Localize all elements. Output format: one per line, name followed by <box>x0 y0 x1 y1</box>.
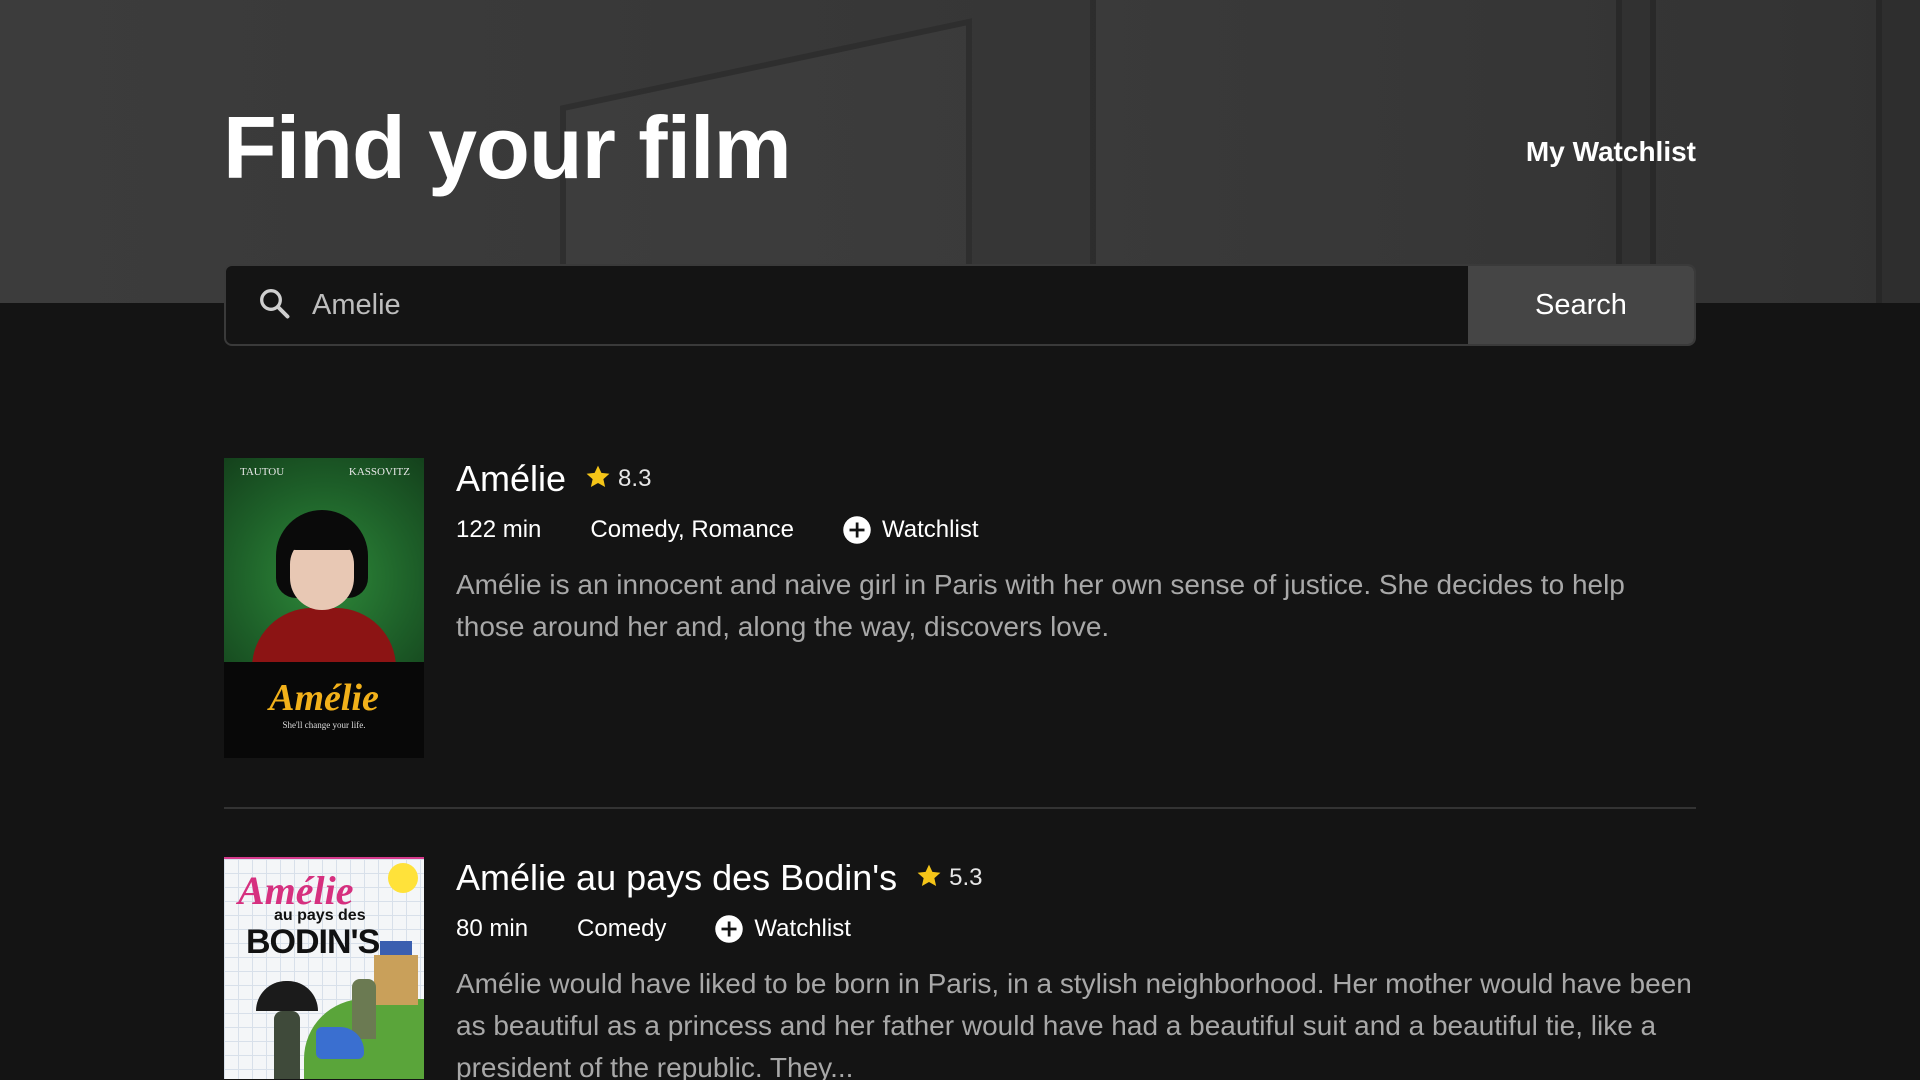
movie-poster[interactable]: TAUTOU KASSOVITZ Amélie She'll change yo… <box>224 458 424 758</box>
title-row: Amélie au pays des Bodin's 5.3 <box>456 857 1696 899</box>
meta-row: 80 min Comedy Watchlist <box>456 909 1696 949</box>
poster-umbrella <box>256 981 318 1011</box>
runtime: 122 min <box>456 516 542 543</box>
movie-info: Amélie au pays des Bodin's 5.3 80 min Co… <box>456 857 1696 1080</box>
search-button[interactable]: Search <box>1468 266 1694 344</box>
plus-circle-icon <box>842 515 872 545</box>
rating: 8.3 <box>584 463 651 496</box>
list-item: Amélie au pays des BODIN'S Amélie au pay… <box>224 857 1696 1080</box>
search-field[interactable] <box>226 266 1468 344</box>
add-to-watchlist-button[interactable]: Watchlist <box>842 515 979 545</box>
rating: 5.3 <box>915 862 983 895</box>
runtime: 80 min <box>456 915 529 942</box>
results-list: TAUTOU KASSOVITZ Amélie She'll change yo… <box>224 458 1696 1080</box>
meta-row: 122 min Comedy, Romance Watchlist <box>456 510 1696 550</box>
movie-description: Amélie would have liked to be born in Pa… <box>456 968 1692 1080</box>
search-input[interactable] <box>310 274 1468 336</box>
plus-circle-icon <box>714 914 744 944</box>
watchlist-label: Watchlist <box>882 516 979 543</box>
poster-figure-fringe <box>286 524 358 550</box>
poster-castle <box>374 941 418 1005</box>
poster-actor-right: KASSOVITZ <box>348 466 410 478</box>
star-icon <box>915 862 943 895</box>
search-icon <box>256 285 292 326</box>
poster-tagline: She'll change your life. <box>282 720 366 730</box>
star-icon <box>584 463 612 496</box>
list-item: TAUTOU KASSOVITZ Amélie She'll change yo… <box>224 458 1696 807</box>
poster-figure <box>352 979 376 1039</box>
poster-figure <box>274 1011 300 1079</box>
movie-title[interactable]: Amélie au pays des Bodin's <box>456 857 897 899</box>
poster-sun <box>388 863 418 893</box>
movie-description: Amélie is an innocent and naive girl in … <box>456 569 1625 642</box>
movie-info: Amélie 8.3 122 min Comedy, Romance Watch… <box>456 458 1696 807</box>
genres: Comedy <box>577 915 667 942</box>
movie-poster[interactable]: Amélie au pays des BODIN'S <box>224 857 424 1079</box>
rating-value: 5.3 <box>949 864 983 891</box>
poster-logo: Amélie <box>269 677 379 719</box>
divider <box>224 807 1696 809</box>
genres: Comedy, Romance <box>590 516 795 543</box>
page: Find your film My Watchlist Search TAUTO… <box>0 0 1920 1080</box>
my-watchlist-link[interactable]: My Watchlist <box>1526 136 1696 168</box>
watchlist-label: Watchlist <box>754 915 851 942</box>
rating-value: 8.3 <box>618 465 652 492</box>
poster-name: BODIN'S <box>246 923 380 961</box>
page-title: Find your film <box>223 98 792 197</box>
search-bar: Search <box>224 264 1696 346</box>
title-row: Amélie 8.3 <box>456 458 1696 500</box>
add-to-watchlist-button[interactable]: Watchlist <box>714 914 851 944</box>
poster-actor-left: TAUTOU <box>240 466 285 478</box>
movie-title[interactable]: Amélie <box>456 458 566 500</box>
